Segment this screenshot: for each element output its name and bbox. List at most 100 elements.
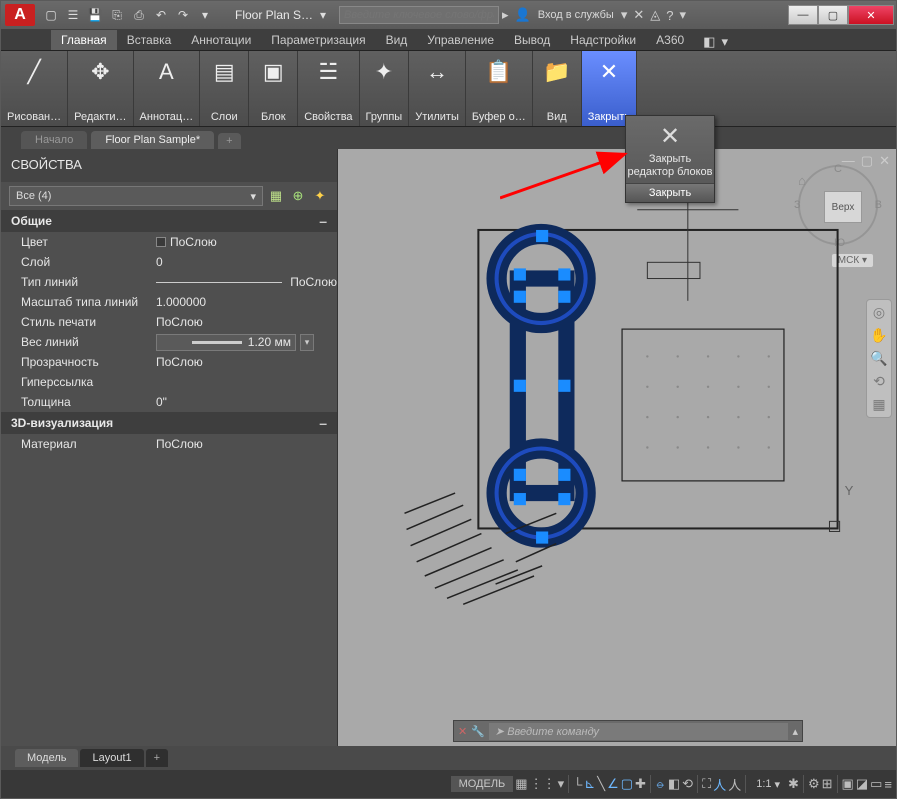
property-value[interactable]: 0" bbox=[156, 395, 337, 409]
help-dropdown-icon[interactable]: ▾ bbox=[677, 7, 690, 23]
minimize-button[interactable]: — bbox=[788, 5, 818, 25]
command-line[interactable]: ✕ 🔧 ➤ Введите команду ▴ bbox=[453, 720, 803, 742]
property-value[interactable]: 0 bbox=[156, 255, 337, 269]
signin-dropdown-icon[interactable]: ▾ bbox=[618, 7, 631, 23]
close-editor-icon[interactable]: ✕ bbox=[626, 116, 714, 153]
new-icon[interactable]: ▢ bbox=[41, 5, 61, 25]
layout-tab-add[interactable]: + bbox=[146, 749, 168, 767]
iso-icon[interactable]: ╲ bbox=[597, 776, 605, 792]
workspace-icon[interactable]: ⚙ bbox=[808, 776, 820, 792]
isolate-icon[interactable]: ◪ bbox=[856, 776, 868, 792]
layout-tab-model[interactable]: Модель bbox=[15, 749, 78, 767]
quick-select-icon[interactable]: ▦ bbox=[267, 187, 285, 205]
property-row[interactable]: Слой0 bbox=[1, 252, 337, 272]
drawing-canvas[interactable]: — ▢ ✕ ⌂ Верх С В Ю З МСК ▾ ◎ ✋ 🔍 ⟲ ▦ bbox=[338, 149, 896, 746]
anno-scale[interactable]: 1:1 ▾ bbox=[750, 775, 786, 794]
maximize-button[interactable]: ▢ bbox=[818, 5, 848, 25]
grid-icon[interactable]: ▦ bbox=[515, 776, 527, 792]
dropdown-icon[interactable]: ▾ bbox=[558, 776, 565, 792]
lineweight-icon[interactable]: ⦵ bbox=[655, 776, 666, 792]
save-icon[interactable]: 💾 bbox=[85, 5, 105, 25]
property-row[interactable]: МатериалПоСлою bbox=[1, 434, 337, 454]
hardware-accel-icon[interactable]: ▣ bbox=[842, 776, 854, 792]
signin-icon[interactable]: 👤 bbox=[512, 7, 534, 23]
property-row[interactable]: Цвет ПоСлою bbox=[1, 232, 337, 252]
tab-home[interactable]: Главная bbox=[51, 30, 117, 50]
selection-combo[interactable]: Все (4) ▾ bbox=[9, 186, 263, 206]
panel-буфер о[interactable]: 📋Буфер о… bbox=[466, 51, 533, 126]
dynucs-icon[interactable]: 人 bbox=[713, 775, 726, 794]
category-3d[interactable]: 3D-визуализация– bbox=[1, 412, 337, 434]
tab-parametric[interactable]: Параметризация bbox=[261, 30, 375, 50]
model-space-button[interactable]: МОДЕЛЬ bbox=[451, 776, 514, 792]
panel-вид[interactable]: 📁Вид bbox=[533, 51, 582, 126]
polar-icon[interactable]: ⊾ bbox=[584, 776, 595, 792]
file-tab-start[interactable]: Начало bbox=[21, 131, 87, 149]
property-row[interactable]: Толщина0" bbox=[1, 392, 337, 412]
property-value[interactable]: ПоСлою bbox=[156, 275, 337, 289]
filter-icon[interactable]: 人 bbox=[728, 775, 741, 794]
osnap-icon[interactable]: ∠ bbox=[607, 776, 619, 792]
panel-свойства[interactable]: ☱Свойства bbox=[298, 51, 359, 126]
doc-dropdown-icon[interactable]: ▾ bbox=[313, 5, 333, 25]
undo-icon[interactable]: ↶ bbox=[151, 5, 171, 25]
otrack-icon[interactable]: ▢ bbox=[621, 776, 633, 792]
tab-a360[interactable]: A360 bbox=[646, 30, 694, 50]
print-icon[interactable]: ⎙ bbox=[129, 5, 149, 25]
property-row[interactable]: Тип линийПоСлою bbox=[1, 272, 337, 292]
property-row[interactable]: Масштаб типа линий1.000000 bbox=[1, 292, 337, 312]
3dosnap-icon[interactable]: ⛶ bbox=[702, 776, 711, 792]
category-general[interactable]: Общие– bbox=[1, 210, 337, 232]
help-icon[interactable]: ? bbox=[663, 8, 676, 23]
property-value[interactable]: ПоСлою bbox=[156, 355, 337, 369]
property-value[interactable]: 1.20 мм▾ bbox=[156, 334, 337, 351]
featured-apps-icon[interactable]: ◧ bbox=[700, 34, 718, 50]
layout-tab-layout1[interactable]: Layout1 bbox=[80, 749, 143, 767]
lineweight-field[interactable]: 1.20 мм bbox=[156, 334, 296, 351]
pick-icon[interactable]: ⊕ bbox=[289, 187, 307, 205]
close-editor-button[interactable]: Закрыть bbox=[626, 183, 714, 202]
search-go-icon[interactable]: ▸ bbox=[499, 7, 512, 23]
property-value[interactable]: ПоСлою bbox=[156, 235, 337, 249]
help-search-input[interactable] bbox=[339, 6, 499, 24]
tab-output[interactable]: Вывод bbox=[504, 30, 560, 50]
property-value[interactable]: 1.000000 bbox=[156, 295, 337, 309]
dyn-icon[interactable]: ✚ bbox=[635, 776, 646, 792]
anno-auto-icon[interactable]: ✱ bbox=[788, 776, 799, 792]
qat-more-icon[interactable]: ▾ bbox=[195, 5, 215, 25]
cmd-close-icon[interactable]: ✕ bbox=[458, 725, 467, 738]
snap-icon[interactable]: ⋮⋮ bbox=[530, 776, 556, 792]
transparency-icon[interactable]: ◧ bbox=[668, 776, 680, 792]
app-logo[interactable]: A bbox=[5, 4, 35, 26]
property-value[interactable]: ПоСлою bbox=[156, 437, 337, 451]
close-window-button[interactable]: ✕ bbox=[848, 5, 894, 25]
a360-icon[interactable]: ◬ bbox=[647, 7, 663, 23]
file-tab-active[interactable]: Floor Plan Sample* bbox=[91, 131, 214, 149]
clean-screen-icon[interactable]: ▭ bbox=[870, 776, 882, 792]
redo-icon[interactable]: ↷ bbox=[173, 5, 193, 25]
panel-блок[interactable]: ▣Блок bbox=[249, 51, 298, 126]
property-value[interactable]: ПоСлою bbox=[156, 315, 337, 329]
ribbon-collapse-icon[interactable]: ▾ bbox=[718, 34, 731, 50]
tab-annotate[interactable]: Аннотации bbox=[181, 30, 261, 50]
tab-insert[interactable]: Вставка bbox=[117, 30, 182, 50]
open-icon[interactable]: ☰ bbox=[63, 5, 83, 25]
cycling-icon[interactable]: ⟲ bbox=[682, 776, 693, 792]
panel-утилиты[interactable]: ↔Утилиты bbox=[409, 51, 466, 126]
cmd-expand-icon[interactable]: ▴ bbox=[792, 725, 798, 738]
panel-слои[interactable]: ▤Слои bbox=[200, 51, 249, 126]
saveas-icon[interactable]: ⎘ bbox=[107, 5, 127, 25]
filter-icon[interactable]: ✦ bbox=[311, 187, 329, 205]
signin-label[interactable]: Вход в службы bbox=[534, 9, 618, 21]
property-row[interactable]: Стиль печатиПоСлою bbox=[1, 312, 337, 332]
panel-аннотац[interactable]: AАннотац… bbox=[134, 51, 201, 126]
exchange-icon[interactable]: ✕ bbox=[630, 7, 647, 23]
panel-рисован[interactable]: ╱Рисован… bbox=[1, 51, 68, 126]
ortho-icon[interactable]: └ bbox=[573, 777, 582, 792]
file-tab-new[interactable]: + bbox=[218, 133, 240, 149]
tab-manage[interactable]: Управление bbox=[417, 30, 504, 50]
tab-view[interactable]: Вид bbox=[376, 30, 418, 50]
chevron-down-icon[interactable]: ▾ bbox=[300, 334, 314, 351]
panel-редакти[interactable]: ✥Редакти… bbox=[68, 51, 133, 126]
property-row[interactable]: Гиперссылка bbox=[1, 372, 337, 392]
